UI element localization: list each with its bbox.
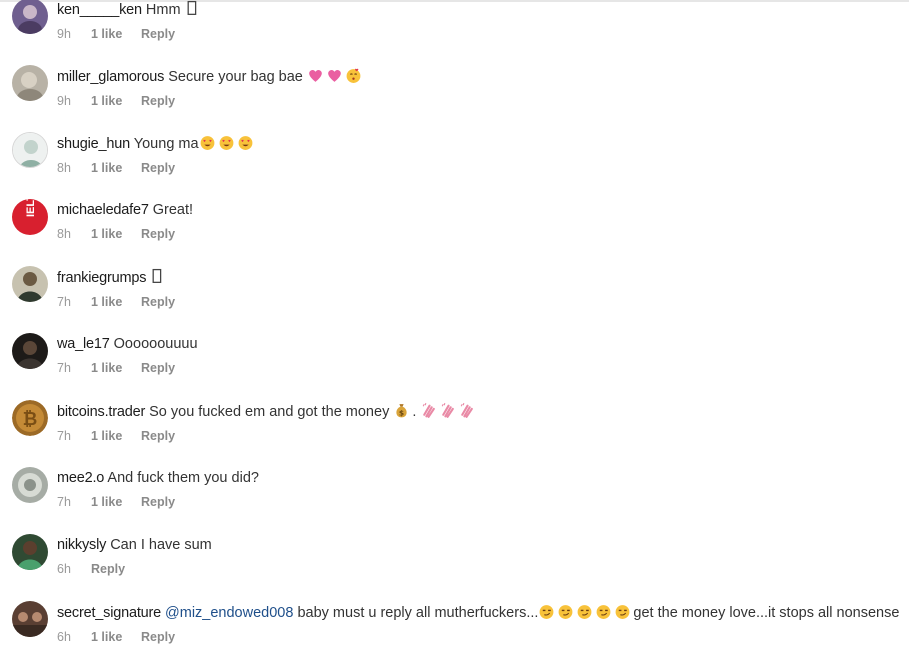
like-count[interactable]: 1 like bbox=[91, 27, 141, 41]
smirk-face-icon bbox=[540, 605, 554, 619]
like-count[interactable]: 1 like bbox=[91, 161, 141, 175]
reply-button[interactable]: Reply bbox=[141, 295, 175, 309]
avatar[interactable] bbox=[12, 534, 48, 570]
comment-text: So you fucked em and got the money bbox=[149, 404, 390, 420]
comment-item: shugie_hun Young ma 8h 1 like Reply bbox=[0, 128, 909, 195]
avatar-logo-text: IELTS bbox=[25, 199, 37, 217]
avatar[interactable] bbox=[12, 601, 48, 637]
comment-text: Secure your bag bae bbox=[168, 69, 303, 85]
comment-text: Young ma bbox=[133, 136, 199, 152]
avatar[interactable] bbox=[12, 132, 48, 168]
pink-heart-icon bbox=[309, 69, 322, 82]
smirk-face-icon bbox=[616, 605, 630, 619]
comment-item: IELTS michaeledafe7 Great! 8h 1 like Reply bbox=[0, 195, 909, 262]
comment-text: Great! bbox=[152, 202, 194, 218]
avatar[interactable] bbox=[12, 65, 48, 101]
kissing-face-icon bbox=[346, 68, 361, 83]
svg-text:$: $ bbox=[399, 408, 404, 417]
reply-button[interactable]: Reply bbox=[141, 227, 175, 241]
comment-item: miller_glamorous Secure your bag bae 9h 1… bbox=[0, 61, 909, 128]
comment-time: 7h bbox=[57, 295, 71, 309]
comment-item: wa_le17 Oooooouuuu 7h 1 like Reply bbox=[0, 329, 909, 396]
avatar[interactable]: ₿ bbox=[12, 400, 48, 436]
heart-eyes-icon bbox=[219, 136, 233, 150]
comment-username[interactable]: miller_glamorous bbox=[57, 69, 164, 85]
comment-item: frankiegrumps 7h 1 like Reply bbox=[0, 262, 909, 329]
like-count[interactable]: 1 like bbox=[91, 495, 141, 509]
avatar[interactable] bbox=[12, 333, 48, 369]
smirk-face-icon bbox=[597, 605, 611, 619]
like-count[interactable]: 1 like bbox=[91, 630, 141, 644]
like-count[interactable]: 1 like bbox=[91, 429, 141, 443]
comment-username[interactable]: frankiegrumps bbox=[57, 270, 146, 286]
heart-eyes-icon bbox=[200, 136, 214, 150]
comment-username[interactable]: michaeledafe7 bbox=[57, 202, 149, 218]
comment-list: ken_____ken Hmm 9h 1 like Reply miller_gla… bbox=[0, 0, 909, 664]
svg-text:₿: ₿ bbox=[23, 409, 38, 430]
comment-time: 8h bbox=[57, 161, 71, 175]
comment-item: secret_signature @miz_endowed008 baby mu… bbox=[0, 597, 909, 664]
reply-button[interactable]: Reply bbox=[141, 630, 175, 644]
comment-time: 9h bbox=[57, 27, 71, 41]
comment-time: 7h bbox=[57, 429, 71, 443]
comment-text: And fuck them you did? bbox=[107, 470, 259, 486]
comment-username[interactable]: wa_le17 bbox=[57, 336, 110, 352]
comment-username[interactable]: shugie_hun bbox=[57, 136, 130, 152]
avatar[interactable] bbox=[12, 467, 48, 503]
comment-username[interactable]: mee2.o bbox=[57, 470, 104, 486]
reply-button[interactable]: Reply bbox=[141, 161, 175, 175]
reply-button[interactable]: Reply bbox=[141, 495, 175, 509]
comment-text: baby must u reply all mutherfuckers... bbox=[297, 605, 539, 621]
comment-username[interactable]: bitcoins.trader bbox=[57, 404, 145, 420]
comment-text-continued: get the money love...it stops all nonsen… bbox=[633, 605, 900, 621]
comment-time: 7h bbox=[57, 495, 71, 509]
comment-item: nikkysly Can I have sum 6h Reply bbox=[0, 530, 909, 597]
like-count[interactable]: 1 like bbox=[91, 295, 141, 309]
avatar[interactable] bbox=[12, 266, 48, 302]
comment-time: 9h bbox=[57, 94, 71, 108]
comment-username[interactable]: secret_signature bbox=[57, 605, 161, 621]
comment-username[interactable]: ken_____ken bbox=[57, 2, 142, 18]
comment-time: 8h bbox=[57, 227, 71, 241]
clap-icon bbox=[461, 402, 474, 418]
reply-button[interactable]: Reply bbox=[91, 562, 125, 576]
comment-time: 6h bbox=[57, 630, 71, 644]
mention-link[interactable]: @miz_endowed008 bbox=[165, 605, 293, 621]
smirk-face-icon bbox=[559, 605, 573, 619]
like-count[interactable]: 1 like bbox=[91, 227, 141, 241]
comment-username[interactable]: nikkysly bbox=[57, 537, 106, 553]
pink-heart-icon bbox=[328, 69, 341, 82]
smirk-face-icon bbox=[578, 605, 592, 619]
comment-text: Oooooouuuu bbox=[113, 336, 198, 352]
reply-button[interactable]: Reply bbox=[141, 361, 175, 375]
heart-eyes-icon bbox=[238, 136, 252, 150]
comment-time: 7h bbox=[57, 361, 71, 375]
missing-glyph-icon bbox=[152, 268, 162, 283]
reply-button[interactable]: Reply bbox=[141, 429, 175, 443]
comment-time: 6h bbox=[57, 562, 71, 576]
comment-item: mee2.o And fuck them you did? 7h 1 like Re… bbox=[0, 463, 909, 530]
avatar[interactable]: IELTS bbox=[12, 199, 48, 235]
clap-icon bbox=[442, 402, 455, 418]
like-count[interactable]: 1 like bbox=[91, 361, 141, 375]
money-bag-icon: $ bbox=[396, 404, 407, 418]
comment-text: Hmm bbox=[145, 2, 181, 18]
missing-glyph-icon bbox=[187, 0, 196, 15]
reply-button[interactable]: Reply bbox=[141, 94, 175, 108]
avatar[interactable] bbox=[12, 0, 48, 34]
comment-item: ken_____ken Hmm 9h 1 like Reply bbox=[0, 0, 909, 61]
comment-text: Can I have sum bbox=[110, 537, 212, 553]
clap-icon bbox=[423, 402, 436, 418]
comment-text-continued: . bbox=[412, 404, 417, 420]
like-count[interactable]: 1 like bbox=[91, 94, 141, 108]
reply-button[interactable]: Reply bbox=[141, 27, 175, 41]
comment-item: ₿ bitcoins.trader So you fucked em and g… bbox=[0, 396, 909, 463]
